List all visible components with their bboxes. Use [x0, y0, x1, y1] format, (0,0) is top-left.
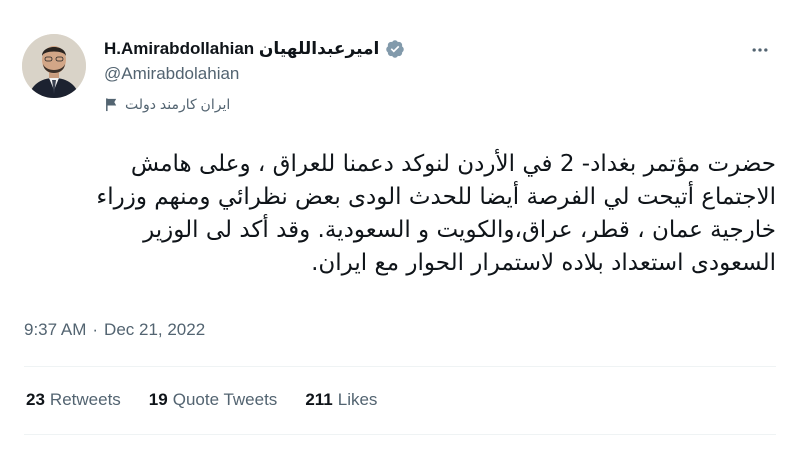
timestamp-separator: ·	[92, 320, 99, 339]
tweet-text-line: السعودى استعداد بلاده لاستمرار الحوار مع…	[311, 250, 776, 276]
quote-tweets-label: Quote Tweets	[172, 390, 278, 409]
retweets-stat[interactable]: 23 Retweets	[26, 390, 121, 410]
tweet-text-line: حضرت مؤتمر بغداد- 2 في الأردن لنوكد دعمن…	[130, 151, 776, 177]
account-label: ایران کارمند دولت	[104, 96, 230, 113]
more-dots-icon	[752, 48, 768, 52]
more-options-button[interactable]	[748, 38, 772, 62]
verified-badge-icon	[385, 39, 405, 59]
avatar[interactable]	[22, 34, 86, 98]
account-label-text: ایران کارمند دولت	[125, 96, 231, 112]
retweets-count: 23	[26, 390, 45, 409]
tweet-time[interactable]: 9:37 AM	[24, 320, 86, 340]
tweet-text: حضرت مؤتمر بغداد- 2 في الأردن لنوكد دعمن…	[24, 148, 776, 280]
author-handle[interactable]: @Amirabdolahian	[104, 64, 239, 84]
avatar-portrait-icon	[22, 34, 86, 98]
divider	[24, 366, 776, 367]
tweet-date[interactable]: Dec 21, 2022	[104, 320, 205, 340]
author-name-row[interactable]: H.Amirabdollahian امیرعبداللهیان	[104, 36, 405, 62]
likes-stat[interactable]: 211 Likes	[305, 390, 377, 410]
tweet-text-line: خارجية عمان ، قطر، عراق،والكويت و السعود…	[143, 217, 776, 243]
tweet-text-line: الاجتماع أتيحت لي الفرصة أيضا للحدث الود…	[96, 184, 776, 210]
likes-count: 211	[305, 390, 333, 409]
tweet-timestamp[interactable]: 9:37 AM · Dec 21, 2022	[24, 320, 205, 340]
flag-icon	[104, 97, 119, 112]
tweet-card: H.Amirabdollahian امیرعبداللهیان @Amirab…	[0, 0, 800, 450]
engagement-stats: 23 Retweets 19 Quote Tweets 211 Likes	[26, 390, 377, 410]
quote-tweets-stat[interactable]: 19 Quote Tweets	[149, 390, 278, 410]
quote-tweets-count: 19	[148, 390, 168, 409]
divider	[24, 434, 776, 435]
likes-label: Likes	[337, 390, 378, 409]
retweets-label: Retweets	[49, 390, 121, 409]
author-display-name[interactable]: H.Amirabdollahian امیرعبداللهیان	[104, 39, 379, 59]
